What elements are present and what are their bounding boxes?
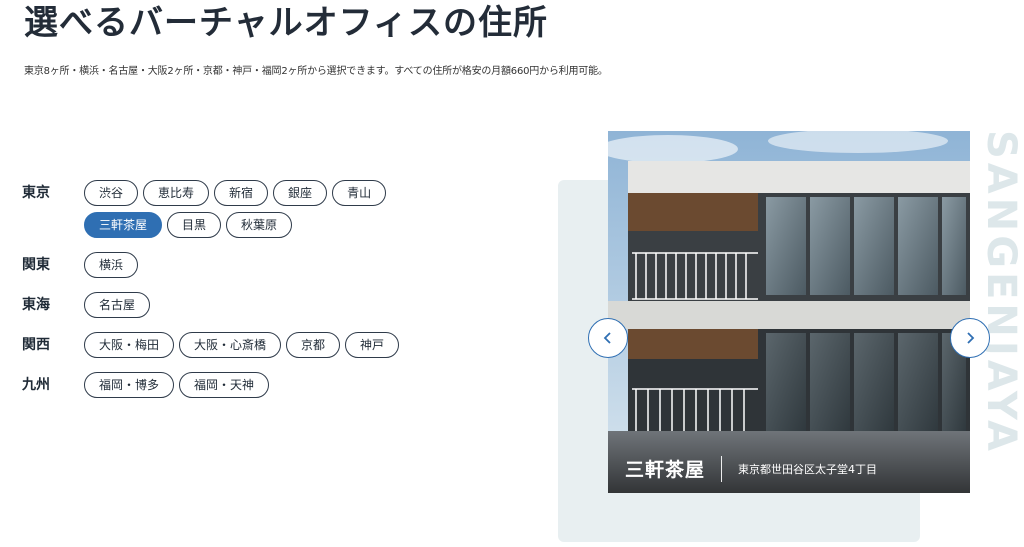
region-row-tokai: 東海 名古屋 — [22, 292, 462, 318]
region-row-kanto: 関東 横浜 — [22, 252, 462, 278]
region-label: 関西 — [22, 337, 50, 353]
area-chip-osaka-umeda[interactable]: 大阪・梅田 — [84, 332, 175, 358]
area-chip-shibuya[interactable]: 渋谷 — [84, 180, 139, 206]
region-row-tokyo: 東京 渋谷 恵比寿 新宿 銀座 青山 三軒茶屋 目黒 秋葉原 — [22, 180, 462, 238]
area-chip-ginza[interactable]: 銀座 — [273, 180, 328, 206]
area-chip-akihabara[interactable]: 秋葉原 — [226, 212, 293, 238]
slider-next-button[interactable] — [950, 318, 990, 358]
area-chip-fukuoka-hakata[interactable]: 福岡・博多 — [84, 372, 175, 398]
area-chip-kyoto[interactable]: 京都 — [286, 332, 341, 358]
region-label: 関東 — [22, 257, 50, 273]
office-building-photo — [608, 131, 970, 493]
area-chip-shinjuku[interactable]: 新宿 — [214, 180, 269, 206]
area-chip-kobe[interactable]: 神戸 — [345, 332, 400, 358]
area-chips: 名古屋 — [84, 292, 444, 318]
region-row-kansai: 関西 大阪・梅田 大阪・心斎橋 京都 神戸 — [22, 332, 462, 358]
area-chip-aoyama[interactable]: 青山 — [332, 180, 387, 206]
caption-divider — [721, 455, 723, 482]
area-chip-yokohama[interactable]: 横浜 — [84, 252, 139, 278]
slide-caption: 三軒茶屋 東京都世田谷区太子堂4丁目 — [625, 455, 877, 482]
page-subtitle: 東京8ヶ所・横浜・名古屋・大阪2ヶ所・京都・神戸・福岡2ヶ所から選択できます。す… — [24, 66, 608, 77]
area-chip-fukuoka-tenjin[interactable]: 福岡・天神 — [179, 372, 270, 398]
area-chips: 福岡・博多 福岡・天神 — [84, 372, 444, 398]
slide-address: 東京都世田谷区太子堂4丁目 — [738, 462, 878, 476]
slider-prev-button[interactable] — [588, 318, 628, 358]
region-list: 東京 渋谷 恵比寿 新宿 銀座 青山 三軒茶屋 目黒 秋葉原 関東 横浜 東海 … — [22, 180, 462, 412]
slide-area-name: 三軒茶屋 — [625, 459, 706, 481]
vertical-area-name: SANGENJAYA — [978, 130, 1024, 455]
area-chips: 渋谷 恵比寿 新宿 銀座 青山 三軒茶屋 目黒 秋葉原 — [84, 180, 444, 238]
chevron-right-icon — [967, 332, 975, 344]
chevron-left-icon — [603, 332, 611, 344]
area-chip-ebisu[interactable]: 恵比寿 — [143, 180, 210, 206]
region-label: 九州 — [22, 377, 50, 393]
area-chip-sangenjaya[interactable]: 三軒茶屋 — [84, 212, 163, 238]
area-chip-nagoya[interactable]: 名古屋 — [84, 292, 151, 318]
area-chips: 大阪・梅田 大阪・心斎橋 京都 神戸 — [84, 332, 444, 358]
region-label: 東海 — [22, 297, 50, 313]
area-chip-osaka-shinsaibashi[interactable]: 大阪・心斎橋 — [179, 332, 282, 358]
page-title: 選べるバーチャルオフィスの住所 — [24, 3, 548, 43]
area-chips: 横浜 — [84, 252, 444, 278]
region-row-kyushu: 九州 福岡・博多 福岡・天神 — [22, 372, 462, 398]
region-label: 東京 — [22, 185, 50, 201]
area-chip-meguro[interactable]: 目黒 — [167, 212, 222, 238]
